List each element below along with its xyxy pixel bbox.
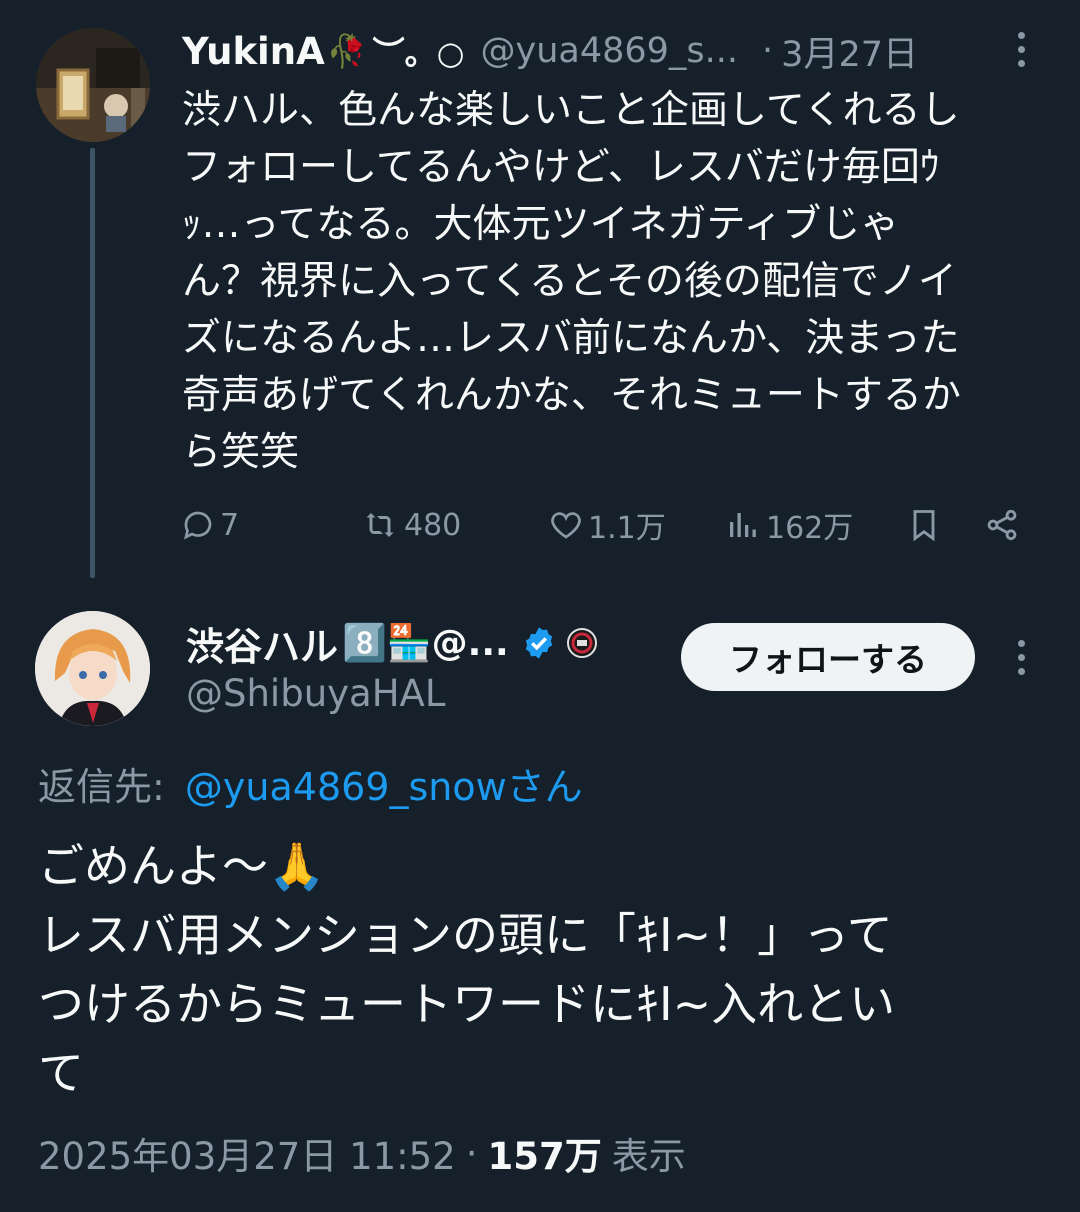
bookmark-icon xyxy=(913,510,935,542)
main-tweet-text: ごめんよ〜🙏 レスバ用メンションの頭に「ｷI~！」って つけるからミュートワード… xyxy=(38,839,896,1100)
reply-count: 7 xyxy=(220,507,240,543)
meta-separator: · xyxy=(465,1131,478,1175)
parent-header: YukinA 🥀 ︶。○ @yua4869_s... · 3月27日 xyxy=(182,26,982,76)
views-chart-icon xyxy=(730,513,756,537)
like-button[interactable]: 1.1万 xyxy=(548,500,666,550)
parent-action-bar: 7 480 1.1万 162万 xyxy=(180,500,1040,550)
parent-display-name[interactable]: YukinA xyxy=(182,30,325,73)
tweet-timestamp[interactable]: 2025年03月27日 11:52 xyxy=(38,1126,456,1180)
main-header: 渋谷ハル 8️⃣🏪@... xyxy=(186,616,599,670)
parent-date[interactable]: 3月27日 xyxy=(781,26,918,77)
header-separator: · xyxy=(762,31,774,71)
main-handle[interactable]: @ShibuyaHAL xyxy=(186,672,445,715)
main-avatar[interactable] xyxy=(35,611,150,726)
parent-avatar[interactable] xyxy=(36,28,150,142)
tweet-meta: 2025年03月27日 11:52 · 157万 表示 xyxy=(38,1126,686,1180)
views-total: 157万 xyxy=(487,1135,602,1178)
main-display-name[interactable]: 渋谷ハル xyxy=(186,616,338,671)
wilted-rose-emoji: 🥀 xyxy=(326,32,367,70)
parent-handle[interactable]: @yua4869_s... xyxy=(481,31,739,71)
parent-tweet-text: 渋ハル、色んな楽しいこと企画してくれるし フォローしてるんやけど、レスバだけ毎回… xyxy=(182,88,961,475)
name-emojis: 8️⃣🏪@... xyxy=(342,623,509,664)
reply-icon xyxy=(184,511,212,540)
retweet-count: 480 xyxy=(404,507,462,543)
like-count: 1.1万 xyxy=(588,511,666,546)
verified-badge-icon xyxy=(521,625,557,661)
share-icon xyxy=(987,509,1017,541)
parent-more-icon[interactable] xyxy=(1016,32,1026,67)
heart-icon xyxy=(551,512,581,539)
anime-character-icon xyxy=(35,611,150,726)
thread-connector-line xyxy=(90,148,95,578)
views-button[interactable]: 162万 xyxy=(724,500,853,550)
main-more-icon[interactable] xyxy=(1016,640,1026,675)
retweet-icon xyxy=(366,513,394,537)
reply-button[interactable]: 7 xyxy=(180,500,239,550)
replying-to: 返信先: @yua4869_snowさん xyxy=(38,756,583,811)
reply-prefix: 返信先: xyxy=(38,765,165,809)
affiliate-logo-icon[interactable] xyxy=(564,626,599,660)
follow-button[interactable]: フォローする xyxy=(681,623,975,691)
share-button[interactable] xyxy=(984,500,1020,550)
views-label: 表示 xyxy=(611,1135,686,1178)
retweet-button[interactable]: 480 xyxy=(362,500,461,550)
room-photo-icon xyxy=(36,28,150,142)
views-count: 162万 xyxy=(766,511,854,546)
reply-to-link[interactable]: @yua4869_snowさん xyxy=(185,765,583,809)
bookmark-button[interactable] xyxy=(906,500,942,550)
parent-name-suffix: ︶。○ xyxy=(372,34,465,72)
